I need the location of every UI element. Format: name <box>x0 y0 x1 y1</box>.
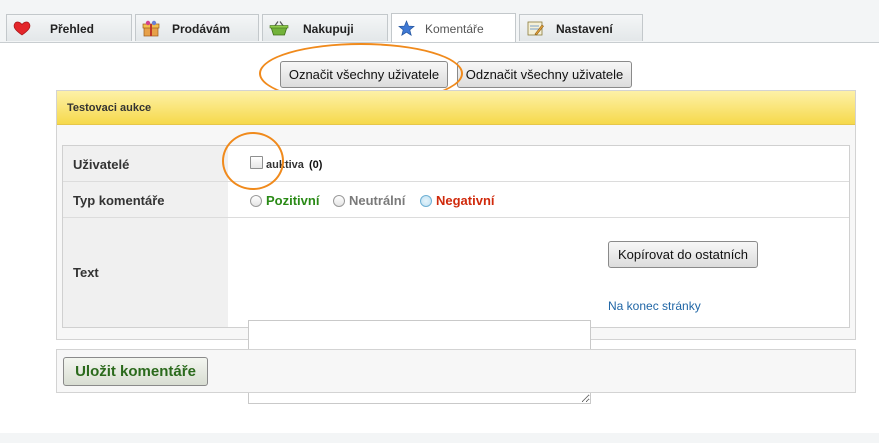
bottom-bar <box>0 433 879 443</box>
basket-icon <box>269 21 289 36</box>
user-count: (0) <box>309 159 323 171</box>
select-all-users-button[interactable]: Označit všechny uživatele <box>280 61 448 88</box>
tab-komentare[interactable]: Komentáře <box>391 13 516 42</box>
text-label: Text <box>73 265 99 280</box>
value-column <box>228 146 849 327</box>
radio-negative[interactable] <box>420 195 432 207</box>
tab-label: Prodávám <box>172 22 231 36</box>
deselect-all-users-button[interactable]: Odznačit všechny uživatele <box>457 61 632 88</box>
tab-label: Přehled <box>50 22 95 36</box>
radio-neutral[interactable] <box>333 195 345 207</box>
copy-to-others-button[interactable]: Kopírovat do ostatních <box>608 241 758 268</box>
tab-prehled[interactable]: Přehled <box>6 14 132 41</box>
tab-label: Nastavení <box>556 22 613 36</box>
gift-icon <box>142 20 160 37</box>
comment-form: Uživatelé auktiva (0) Typ komentáře Pozi… <box>62 145 850 404</box>
tab-bar: Přehled Prodávám Nakupuji Komentáře Nast… <box>0 0 879 43</box>
star-icon <box>398 20 415 36</box>
tab-label: Komentáře <box>425 22 484 36</box>
settings-note-icon <box>527 21 544 36</box>
radio-positive-label: Pozitivní <box>266 193 320 208</box>
end-of-page-link[interactable]: Na konec stránky <box>608 299 701 313</box>
row-divider <box>63 217 849 218</box>
save-panel: Uložit komentáře <box>56 349 856 393</box>
tab-nastaveni[interactable]: Nastavení <box>519 14 643 41</box>
users-label: Uživatelé <box>73 157 130 172</box>
radio-negative-label: Negativní <box>436 193 495 208</box>
tab-label: Nakupuji <box>303 22 354 36</box>
radio-positive[interactable] <box>250 195 262 207</box>
tab-nakupuji[interactable]: Nakupuji <box>262 14 388 41</box>
user-checkbox[interactable] <box>250 156 263 169</box>
heart-icon <box>13 21 31 36</box>
auction-panel: Testovaci aukce Uživatelé auktiva (0) Ty… <box>56 90 856 404</box>
auction-header: Testovaci aukce <box>57 91 855 125</box>
label-column <box>63 146 228 327</box>
comment-type-label: Typ komentáře <box>73 193 165 208</box>
auction-title: Testovaci aukce <box>67 102 152 114</box>
row-divider <box>63 181 849 182</box>
tab-prodavam[interactable]: Prodávám <box>135 14 259 41</box>
user-name: auktiva <box>266 159 304 171</box>
save-comments-button[interactable]: Uložit komentáře <box>63 357 208 386</box>
radio-neutral-label: Neutrální <box>349 193 406 208</box>
